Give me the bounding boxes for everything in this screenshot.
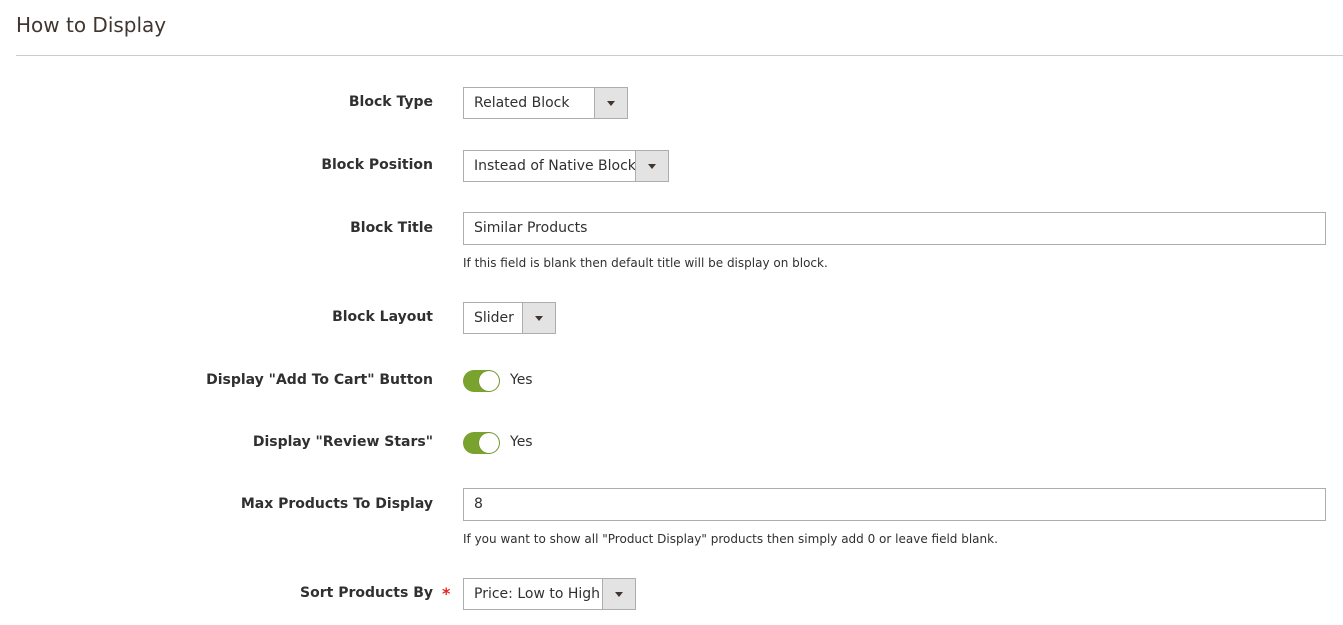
sort-by-label: Sort Products By: [300, 585, 433, 601]
section-title: How to Display: [16, 13, 167, 37]
review-stars-toggle[interactable]: [463, 432, 500, 454]
sort-by-select[interactable]: Price: Low to High: [463, 578, 636, 610]
review-stars-state: Yes: [510, 434, 533, 450]
max-products-input[interactable]: 8: [463, 488, 1326, 521]
chevron-down-icon: [535, 315, 543, 321]
block-layout-value: Slider: [474, 310, 514, 326]
block-layout-dropdown-toggle[interactable]: [522, 303, 555, 333]
sort-by-value: Price: Low to High: [474, 586, 601, 602]
add-to-cart-label: Display "Add To Cart" Button: [206, 372, 433, 388]
block-type-value: Related Block: [474, 95, 570, 111]
chevron-down-icon: [648, 163, 656, 169]
section-divider: [16, 55, 1343, 56]
block-type-select[interactable]: Related Block: [463, 87, 628, 119]
block-position-label: Block Position: [321, 157, 433, 173]
chevron-down-icon: [607, 100, 615, 106]
block-layout-select[interactable]: Slider: [463, 302, 556, 334]
block-type-dropdown-toggle[interactable]: [594, 88, 627, 118]
max-products-label: Max Products To Display: [240, 496, 433, 512]
max-products-note: If you want to show all "Product Display…: [463, 532, 998, 546]
block-title-note: If this field is blank then default titl…: [463, 256, 828, 270]
block-layout-label: Block Layout: [332, 309, 433, 325]
review-stars-label: Display "Review Stars": [252, 434, 433, 450]
sort-by-dropdown-toggle[interactable]: [602, 579, 635, 609]
block-position-dropdown-toggle[interactable]: [635, 151, 668, 181]
required-indicator: *: [442, 584, 451, 603]
add-to-cart-toggle[interactable]: [463, 370, 500, 392]
block-title-label: Block Title: [350, 220, 433, 236]
toggle-knob: [479, 371, 499, 391]
block-position-value: Instead of Native Block: [474, 158, 636, 174]
block-title-input[interactable]: Similar Products: [463, 212, 1326, 245]
chevron-down-icon: [615, 591, 623, 597]
block-type-label: Block Type: [348, 94, 433, 110]
toggle-knob: [479, 433, 499, 453]
block-position-select[interactable]: Instead of Native Block: [463, 150, 669, 182]
add-to-cart-state: Yes: [510, 372, 533, 388]
